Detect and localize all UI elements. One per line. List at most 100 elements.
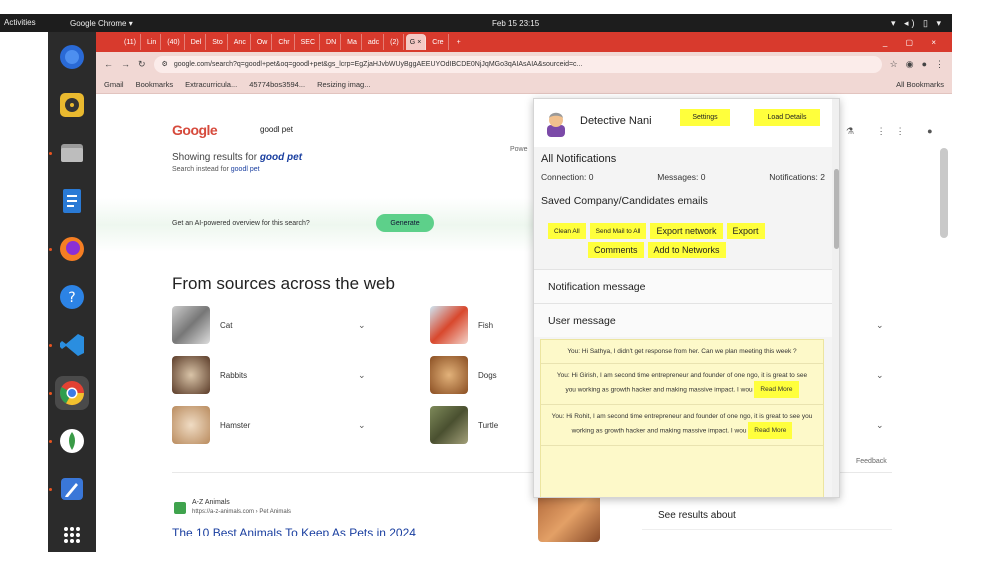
tab-label: Anc [233, 38, 246, 46]
export-network-button[interactable]: Export network [650, 223, 723, 239]
chrome-icon[interactable] [55, 376, 89, 410]
writer-icon[interactable] [55, 184, 89, 218]
generate-button[interactable]: Generate [376, 214, 434, 232]
all-bookmarks[interactable]: All Bookmarks [896, 80, 944, 89]
list-item: You: Hi Rohit, I am second time entrepre… [541, 405, 823, 447]
star-icon[interactable]: ☆ [890, 59, 898, 70]
extension-icon[interactable]: ◉ [906, 59, 914, 70]
browser-tab[interactable]: SEC [297, 34, 321, 50]
tab-label: Ma [347, 38, 357, 46]
result-image[interactable] [538, 494, 600, 542]
new-tab-icon[interactable]: + [451, 39, 467, 46]
scrollbar-thumb[interactable] [834, 169, 839, 249]
page-header-icons[interactable]: ⚗ ⋮⋮ ● [846, 126, 943, 137]
tab-label: Cre [432, 38, 444, 46]
animal-item-hamster[interactable]: Hamster [172, 406, 250, 444]
browser-tab[interactable]: Cre [428, 34, 449, 50]
bookmark-gmail[interactable]: Gmail [104, 80, 124, 89]
browser-tab[interactable]: DN [322, 34, 342, 50]
export-comments-button[interactable]: Export [726, 223, 765, 239]
app-grid-icon[interactable] [55, 518, 89, 552]
bookmark-file[interactable]: 45774bos3594... [249, 80, 305, 89]
window-controls[interactable]: _ ▢ × [883, 38, 952, 47]
browser-tab[interactable]: (11) [120, 34, 141, 50]
browser-tab[interactable]: Del [187, 34, 207, 50]
text-editor-icon[interactable] [55, 472, 89, 506]
back-icon[interactable]: ← [104, 59, 113, 69]
settings-button[interactable]: Settings [680, 109, 730, 126]
ai-overview-prompt: Get an AI-powered overview for this sear… [172, 220, 310, 227]
rhythmbox-icon[interactable] [55, 88, 89, 122]
corrected-query-link[interactable]: good pet [260, 152, 302, 163]
action-buttons: Clean All Send Mail to All Export networ… [548, 223, 818, 258]
list-item: You: Hi Girish, I am second time entrepr… [541, 364, 823, 406]
search-input[interactable]: goodl pet [256, 122, 536, 138]
vscode-icon[interactable] [55, 328, 89, 362]
clock[interactable]: Feb 15 23:15 [492, 19, 539, 28]
browser-tab[interactable]: Lin [143, 34, 162, 50]
files-icon[interactable] [55, 136, 89, 170]
activities-button[interactable]: Activities [0, 14, 48, 32]
site-info-icon[interactable]: ⚙ [162, 60, 168, 68]
browser-tab[interactable]: Ma [343, 34, 362, 50]
app-menu[interactable]: Google Chrome ▾ [70, 19, 133, 28]
animal-label: Fish [478, 320, 494, 330]
chevron-down-icon[interactable]: ⌄ [358, 320, 366, 331]
animal-item-fish[interactable]: Fish [430, 306, 493, 344]
system-tray[interactable]: ▾ ◂) ▯ ▾ [891, 18, 944, 29]
user-message-section[interactable]: User message [534, 303, 832, 337]
original-query-link[interactable]: goodl pet [231, 166, 260, 173]
showing-results: Showing results for good pet [172, 152, 302, 163]
export-comments-button-label[interactable]: Comments [588, 242, 644, 258]
reload-icon[interactable]: ↻ [138, 59, 146, 70]
firefox-dev-icon[interactable] [55, 232, 89, 266]
popup-scrollbar[interactable] [832, 99, 839, 497]
result-title-link[interactable]: The 10 Best Animals To Keep As Pets in 2… [172, 526, 572, 536]
search-instead: Search instead for goodl pet [172, 166, 260, 173]
notification-message-section[interactable]: Notification message [534, 269, 832, 303]
tab-label: Ow [256, 38, 268, 46]
animal-item-rabbits[interactable]: Rabbits [172, 356, 247, 394]
chevron-down-icon[interactable]: ⌄ [876, 320, 884, 331]
chevron-down-icon[interactable]: ⌄ [358, 370, 366, 381]
chevron-down-icon[interactable]: ⌄ [358, 420, 366, 431]
close-icon[interactable]: × [417, 39, 421, 46]
browser-tab[interactable]: adc [364, 34, 385, 50]
bookmark-resizing[interactable]: Resizing imag... [317, 80, 370, 89]
clean-all-button[interactable]: Clean All [548, 223, 586, 239]
chevron-down-icon[interactable]: ⌄ [876, 420, 884, 431]
address-bar[interactable]: ⚙ google.com/search?q=goodl+pet&oq=goodl… [153, 55, 882, 73]
load-details-button[interactable]: Load Details [754, 109, 820, 126]
bookmark-extracurricular[interactable]: Extracurricula... [185, 80, 237, 89]
instead-prefix: Search instead for [172, 166, 231, 173]
chevron-down-icon[interactable]: ⌄ [876, 370, 884, 381]
profile-icon[interactable]: ● [922, 59, 927, 69]
animal-item-cat[interactable]: Cat [172, 306, 232, 344]
menu-icon[interactable]: ⋮ [935, 59, 944, 70]
mongodb-icon[interactable] [55, 424, 89, 458]
result-url[interactable]: https://a-z-animals.com › Pet Animals [192, 509, 291, 515]
animal-item-dogs[interactable]: Dogs [430, 356, 497, 394]
browser-tab[interactable]: Sto [208, 34, 228, 50]
page-scrollbar[interactable] [940, 148, 948, 238]
browser-tab[interactable]: Anc [230, 34, 251, 50]
browser-tab[interactable]: (2) [386, 34, 404, 50]
browser-tab[interactable]: Ow [253, 34, 273, 50]
browser-tab[interactable]: Chr [274, 34, 295, 50]
all-notifications-heading: All Notifications [541, 153, 617, 165]
read-more-button[interactable]: Read More [754, 381, 799, 399]
result-site-name[interactable]: A-Z Animals [192, 499, 230, 506]
feedback-link[interactable]: Feedback [856, 458, 887, 465]
browser-tab[interactable]: (40) [163, 34, 185, 50]
help-icon[interactable]: ? [55, 280, 89, 314]
send-mail-button[interactable]: Send Mail to All [589, 223, 647, 239]
animal-item-turtle[interactable]: Turtle [430, 406, 498, 444]
add-to-networks-button[interactable]: Add to Networks [647, 242, 726, 258]
browser-tab-active[interactable]: G × [405, 34, 427, 50]
bookmark-folder[interactable]: Bookmarks [136, 80, 174, 89]
animal-label: Dogs [478, 370, 497, 380]
firefox-icon[interactable] [55, 40, 89, 74]
read-more-button[interactable]: Read More [748, 422, 793, 440]
forward-icon[interactable]: → [121, 59, 130, 69]
google-logo[interactable]: Google [172, 122, 218, 138]
